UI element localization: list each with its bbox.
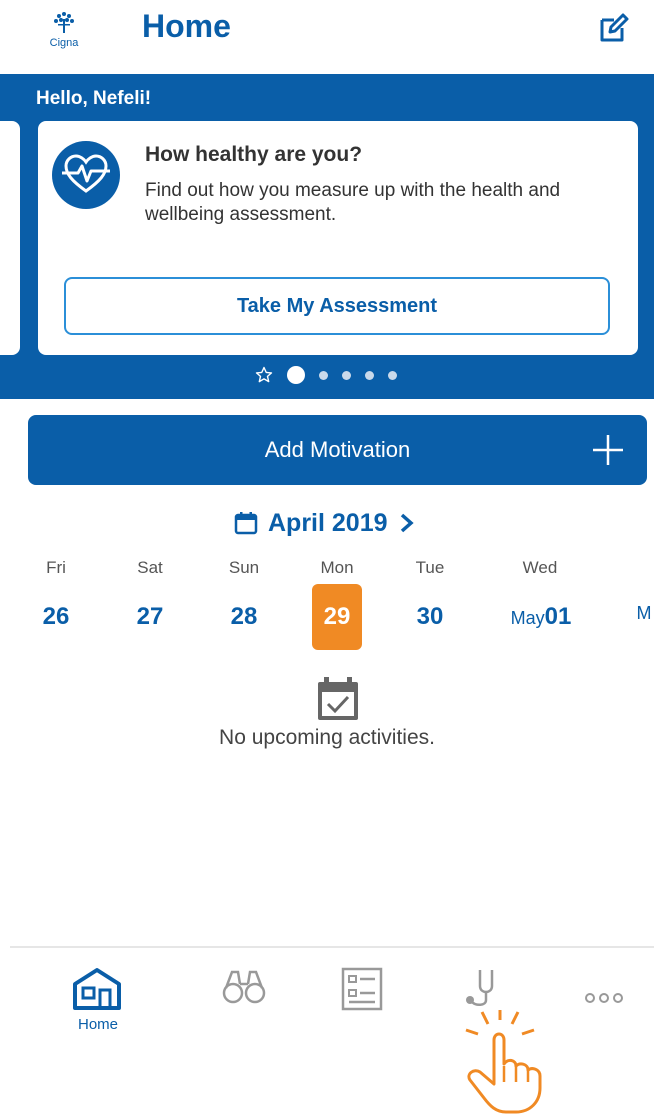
app-header: Cigna Home xyxy=(0,0,654,74)
day-number[interactable]: May01 xyxy=(496,603,586,631)
add-motivation-label: Add Motivation xyxy=(264,437,411,462)
pager-dot[interactable] xyxy=(365,370,374,380)
day-name: Fri xyxy=(46,558,66,577)
day-number[interactable]: 30 xyxy=(400,603,460,631)
tap-hand-icon xyxy=(465,1010,542,1114)
day-digits: 01 xyxy=(544,603,572,630)
page-title: Home xyxy=(142,8,231,44)
home-icon xyxy=(73,968,121,1010)
month-selector[interactable]: April 2019 xyxy=(234,508,416,538)
pager-dot[interactable] xyxy=(319,370,328,380)
nav-explore[interactable] xyxy=(220,966,280,1026)
more-icon xyxy=(585,993,623,1003)
assessment-card[interactable]: How healthy are you? Find out how you me… xyxy=(38,121,638,355)
card-description: Find out how you measure up with the hea… xyxy=(145,180,561,225)
day-number[interactable]: 28 xyxy=(214,603,274,631)
day-name: Wed xyxy=(522,558,558,577)
edit-button[interactable] xyxy=(598,12,630,44)
day-name: Tue xyxy=(415,558,445,577)
selected-day[interactable]: 29 xyxy=(312,584,362,650)
edit-icon xyxy=(600,13,629,42)
day-number-partial[interactable]: M xyxy=(634,603,654,624)
nav-programs[interactable] xyxy=(340,966,400,1026)
pager-dot[interactable] xyxy=(342,370,351,380)
plus-icon xyxy=(593,435,623,465)
chevron-right-icon[interactable] xyxy=(398,512,416,534)
month-prefix: May xyxy=(510,608,545,628)
logo-text: Cigna xyxy=(49,37,79,49)
pager-dot[interactable] xyxy=(287,366,305,384)
tree-icon xyxy=(54,12,74,33)
nav-home-label: Home xyxy=(77,1016,118,1033)
month-label: April 2019 xyxy=(268,508,388,537)
welcome-banner: Hello, Nefeli! How healthy are you? Find… xyxy=(0,74,654,399)
list-icon xyxy=(341,967,383,1011)
star-icon[interactable] xyxy=(255,366,273,384)
nav-more[interactable] xyxy=(582,966,642,1026)
previous-card-peek[interactable] xyxy=(0,121,20,355)
pager-dot[interactable] xyxy=(388,370,397,380)
stethoscope-icon xyxy=(466,970,494,1006)
day-number[interactable]: 26 xyxy=(26,603,86,631)
day-name: Mon xyxy=(320,558,354,577)
add-motivation-button[interactable]: Add Motivation xyxy=(28,415,647,485)
day-number[interactable]: 27 xyxy=(120,603,180,631)
heart-rate-icon xyxy=(52,141,120,209)
carousel-pager xyxy=(255,363,397,387)
nav-divider xyxy=(10,946,654,948)
calendar-check-icon xyxy=(318,677,358,720)
day-name: Sat xyxy=(137,558,163,577)
empty-state-text: No upcoming activities. xyxy=(219,726,435,749)
cigna-logo: Cigna xyxy=(40,10,88,50)
take-assessment-button[interactable]: Take My Assessment xyxy=(64,277,610,335)
calendar-icon xyxy=(234,512,258,535)
card-title: How healthy are you? xyxy=(145,143,363,166)
greeting-text: Hello, Nefeli! xyxy=(36,88,152,109)
day-name: Sun xyxy=(228,558,260,577)
binoculars-icon xyxy=(222,970,266,1004)
